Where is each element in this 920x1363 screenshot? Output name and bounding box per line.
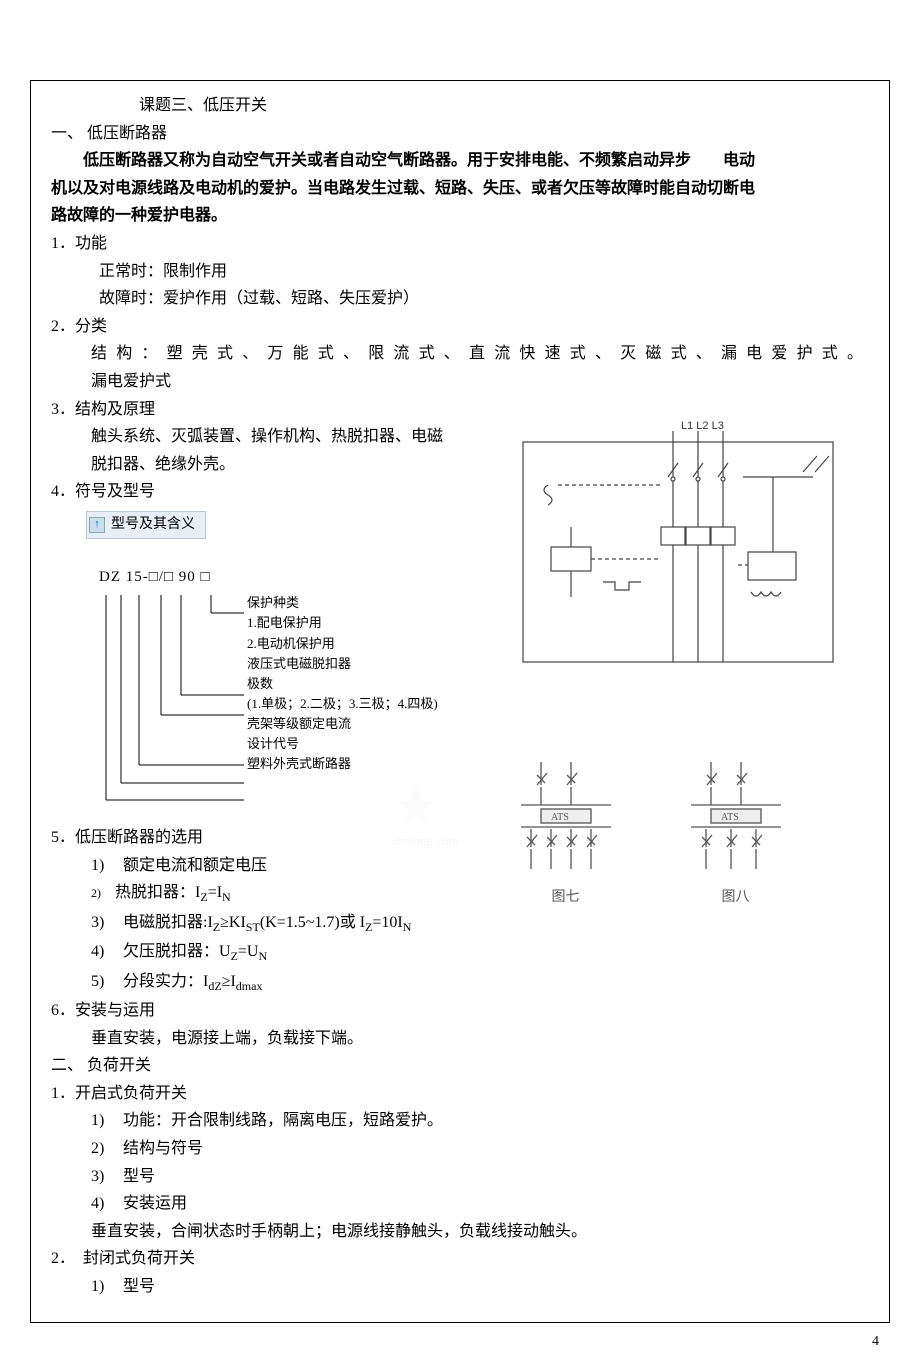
ats-symbol-2-icon: ATS xyxy=(681,757,791,887)
lesson-title: 课题三、低压开关 xyxy=(51,93,869,119)
s2-2-1: 1)型号 xyxy=(91,1274,869,1300)
label-design-code: 设计代号 xyxy=(247,734,438,754)
s2-item-1: 1．开启式负荷开关 xyxy=(51,1081,869,1107)
item-5-3: 3)电磁脱扣器:IZ≥KIST(K=1.5~1.7)或 IZ=10IN xyxy=(91,910,485,937)
ats-symbol-1-icon: ATS xyxy=(511,757,621,887)
section-1-heading: 一、 低压断路器 xyxy=(51,121,869,147)
svg-text:ATS: ATS xyxy=(551,812,569,823)
intro-line-3: 路故障的一种爱护电器。 xyxy=(51,203,869,229)
up-arrow-icon: ↑ xyxy=(89,517,105,533)
right-column: L1 L2 L3 xyxy=(485,397,869,1054)
model-meaning-badge: ↑ 型号及其含义 xyxy=(86,511,206,539)
label-hydraulic: 液压式电磁脱扣器 xyxy=(247,654,438,674)
item-5-4: 4)欠压脱扣器：UZ=UN xyxy=(91,939,485,966)
symbol-row: ATS 图七 xyxy=(493,757,869,909)
item-5-2: 2)热脱扣器：IZ=IN xyxy=(91,880,485,907)
item-3: 3．结构及原理 xyxy=(51,397,485,423)
item-2a: 结构：塑壳式、万能式、限流式、直流快速式、灭磁式、漏电爱护式。 xyxy=(91,341,869,367)
item-2b: 漏电爱护式 xyxy=(91,369,869,395)
item-1: 1．功能 xyxy=(51,231,869,257)
s2-1-2: 2)结构与符号 xyxy=(91,1136,869,1162)
item-6: 6．安装与运用 xyxy=(51,998,485,1024)
symbol-7: ATS 图七 xyxy=(511,757,621,909)
item-5-1: 1)额定电流和额定电压 xyxy=(91,853,485,879)
intro-line-1: 低压断路器又称为自动空气开关或者自动空气断路器。用于安排电能、不频繁启动异步 电… xyxy=(51,148,869,174)
symbol-8-label: 图八 xyxy=(681,887,791,909)
section-2-heading: 二、 负荷开关 xyxy=(51,1053,869,1079)
s2-1-3: 3)型号 xyxy=(91,1164,869,1190)
badge-label: 型号及其含义 xyxy=(111,514,195,536)
item-1b: 故障时：爱护作用（过载、短路、失压爱护） xyxy=(99,286,869,312)
item-3b: 脱扣器、绝缘外壳。 xyxy=(91,452,485,478)
s2-1-4: 4)安装运用 xyxy=(91,1191,869,1217)
breaker-circuit-icon: L1 L2 L3 xyxy=(493,417,853,677)
left-column: 3．结构及原理 触头系统、灭弧装置、操作机构、热脱扣器、电磁 脱扣器、绝缘外壳。… xyxy=(51,397,485,1054)
label-poles-detail: (1.单极；2.二极；3.三极；4.四极) xyxy=(247,694,438,714)
page-number: 4 xyxy=(872,1331,879,1353)
label-protect-2: 2.电动机保护用 xyxy=(247,634,438,654)
label-poles: 极数 xyxy=(247,674,438,694)
circuit-diagram: L1 L2 L3 xyxy=(493,417,869,677)
model-code-diagram: DZ 15-□/□ 90 □ 保护种类 1.配电保护用 2.电动机保护用 xyxy=(99,565,485,815)
bracket-lines-icon xyxy=(99,595,249,815)
symbol-7-label: 图七 xyxy=(511,887,621,909)
item-6a: 垂直安装，电源接上端，负载接下端。 xyxy=(91,1026,485,1052)
s2-1-note: 垂直安装，合闸状态时手柄朝上；电源线接静触头，负载线接动触头。 xyxy=(91,1219,869,1245)
item-3a: 触头系统、灭弧装置、操作机构、热脱扣器、电磁 xyxy=(91,424,485,450)
item-5: 5．低压断路器的选用 xyxy=(51,825,485,851)
page-frame: 课题三、低压开关 一、 低压断路器 低压断路器又称为自动空气开关或者自动空气断路… xyxy=(30,80,890,1323)
model-code-text: DZ 15-□/□ 90 □ xyxy=(99,565,485,589)
s2-item-2: 2． 封闭式负荷开关 xyxy=(51,1246,869,1272)
label-plastic-shell: 塑料外壳式断路器 xyxy=(247,754,438,774)
bracket-labels: 保护种类 1.配电保护用 2.电动机保护用 液压式电磁脱扣器 极数 (1.单极；… xyxy=(247,593,438,774)
s2-1-1: 1)功能：开合限制线路，隔离电压，短路爱护。 xyxy=(91,1108,869,1134)
item-5-5: 5)分段实力：IdZ≥Idmax xyxy=(91,969,485,996)
intro-line-2: 机以及对电源线路及电动机的爱护。当电路发生过载、短路、失压、或者欠压等故障时能自… xyxy=(51,176,869,202)
svg-text:L1 L2 L3: L1 L2 L3 xyxy=(681,420,724,432)
label-frame-current: 壳架等级额定电流 xyxy=(247,714,438,734)
svg-text:ATS: ATS xyxy=(721,812,739,823)
label-protect-1: 1.配电保护用 xyxy=(247,613,438,633)
item-2: 2．分类 xyxy=(51,314,869,340)
label-protect-type: 保护种类 xyxy=(247,593,438,613)
symbol-8: ATS 图八 xyxy=(681,757,791,909)
item-4: 4．符号及型号 xyxy=(51,479,485,505)
item-1a: 正常时：限制作用 xyxy=(99,259,869,285)
